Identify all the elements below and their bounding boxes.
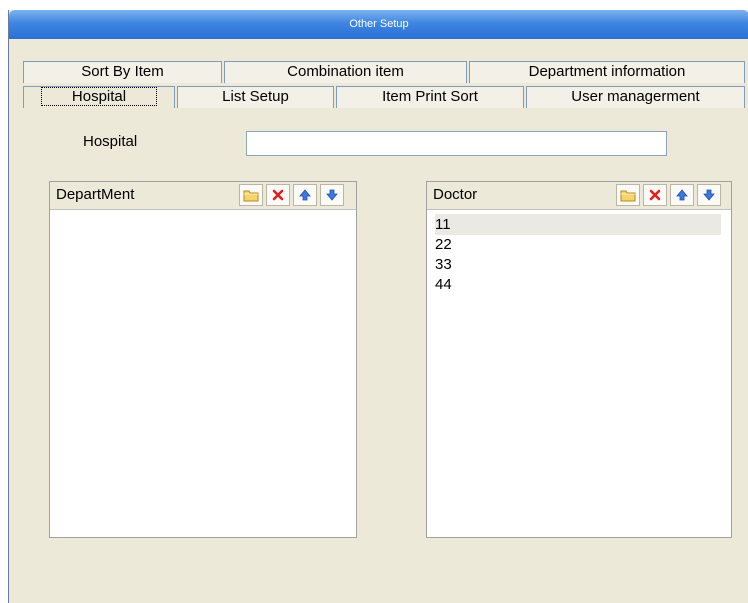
department-delete-button[interactable] (266, 184, 290, 206)
window-title: Other Setup (349, 18, 409, 30)
tab-row-bottom: Hospital List Setup Item Print Sort User… (23, 86, 745, 108)
department-title: DepartMent (56, 186, 135, 203)
hospital-label: Hospital (83, 133, 138, 150)
title-bar: Other Setup (9, 10, 748, 39)
list-item[interactable]: 33 (435, 254, 721, 275)
department-move-up-button[interactable] (293, 184, 317, 206)
department-panel: DepartMent (49, 181, 357, 538)
department-move-down-button[interactable] (320, 184, 344, 206)
delete-icon (649, 189, 661, 201)
doctor-title: Doctor (433, 186, 478, 203)
tab-item-print-sort[interactable]: Item Print Sort (336, 86, 524, 108)
tab-sort-by-item[interactable]: Sort By Item (23, 61, 222, 83)
hospital-input[interactable] (246, 131, 667, 156)
doctor-add-button[interactable] (616, 184, 640, 206)
folder-icon (620, 190, 636, 202)
doctor-move-down-button[interactable] (697, 184, 721, 206)
tab-user-managerment[interactable]: User managerment (526, 86, 745, 108)
list-item[interactable]: 22 (435, 234, 721, 255)
other-setup-window: Other Setup Sort By Item Combination ite… (8, 10, 748, 603)
move-down-icon (326, 189, 338, 201)
department-list[interactable] (50, 210, 356, 537)
tab-list-setup[interactable]: List Setup (177, 86, 334, 108)
doctor-move-up-button[interactable] (670, 184, 694, 206)
list-item[interactable]: 11 (435, 214, 721, 235)
doctor-delete-button[interactable] (643, 184, 667, 206)
tab-combination-item[interactable]: Combination item (224, 61, 467, 83)
delete-icon (272, 189, 284, 201)
doctor-list[interactable]: 11 22 33 44 (427, 210, 731, 537)
tab-row-top: Sort By Item Combination item Department… (23, 61, 745, 83)
tab-department-information[interactable]: Department information (469, 61, 745, 83)
doctor-header: Doctor (427, 182, 731, 210)
move-up-icon (299, 189, 311, 201)
folder-icon (243, 190, 259, 202)
tab-hospital[interactable]: Hospital (23, 86, 175, 108)
department-add-button[interactable] (239, 184, 263, 206)
doctor-panel: Doctor 11 22 33 44 (426, 181, 732, 538)
move-down-icon (703, 189, 715, 201)
move-up-icon (676, 189, 688, 201)
department-header: DepartMent (50, 182, 356, 210)
list-item[interactable]: 44 (435, 274, 721, 295)
